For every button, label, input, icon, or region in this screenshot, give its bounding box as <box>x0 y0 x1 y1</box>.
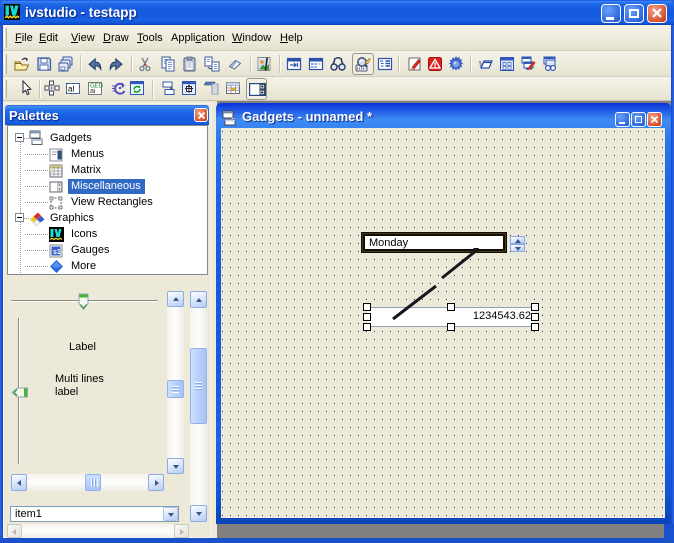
svg-text:s1: s1 <box>53 249 61 256</box>
svg-text:al: al <box>68 85 74 94</box>
svg-text:ai: ai <box>90 88 96 95</box>
